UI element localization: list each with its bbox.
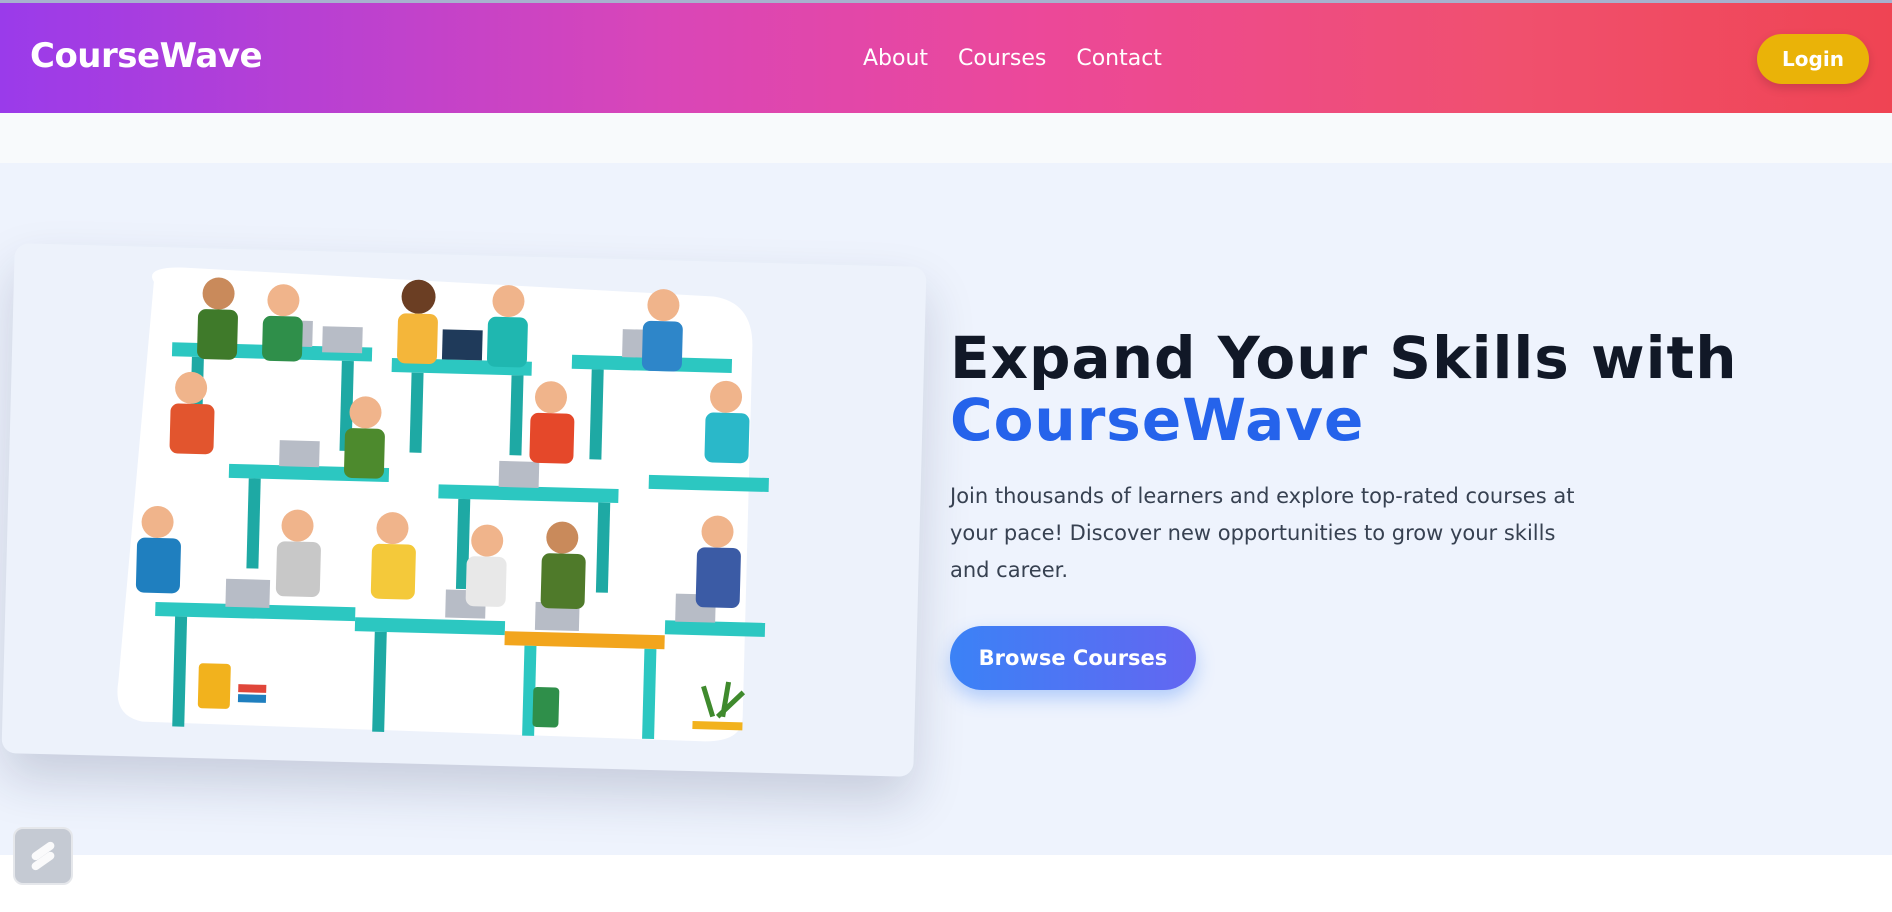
hero-image-card	[1, 243, 927, 777]
brand-logo[interactable]: CourseWave	[30, 36, 263, 76]
hero-description: Join thousands of learners and explore t…	[950, 484, 1575, 582]
login-button[interactable]: Login	[1757, 34, 1869, 84]
navbar: CourseWave About Courses Contact Login	[0, 3, 1892, 113]
main-nav: About Courses Contact	[863, 46, 1162, 71]
hero-title-accent: CourseWave	[950, 386, 1365, 454]
hero-title-line: Expand Your Skills with	[950, 324, 1738, 392]
nav-link-contact[interactable]: Contact	[1076, 46, 1162, 71]
lightning-widget-icon	[31, 841, 55, 871]
header-spacer	[0, 113, 1892, 163]
students-illustration	[117, 267, 769, 742]
nav-link-courses[interactable]: Courses	[958, 46, 1046, 71]
floating-widget-button[interactable]	[13, 827, 73, 885]
nav-link-about[interactable]: About	[863, 46, 928, 71]
hero-title: Expand Your Skills with CourseWave	[950, 327, 1750, 451]
bottom-band	[0, 855, 1892, 912]
browse-courses-button[interactable]: Browse Courses	[950, 626, 1196, 690]
